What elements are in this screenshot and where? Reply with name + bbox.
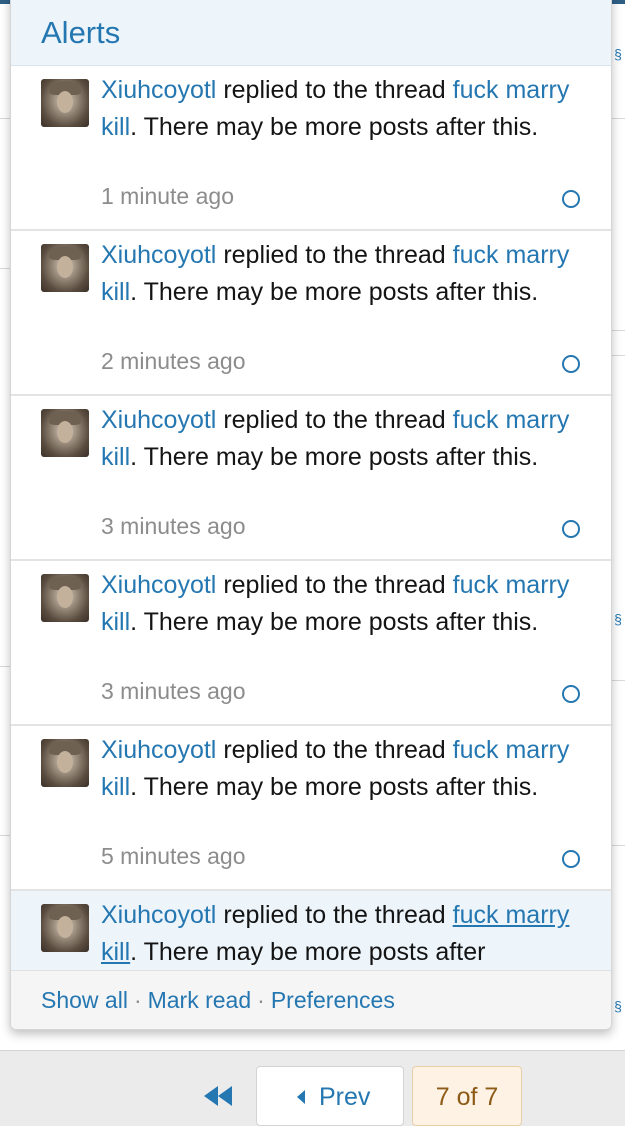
alert-time: 5 minutes ago: [101, 843, 246, 869]
alert-text: Xiuhcoyotl replied to the thread fuck ma…: [101, 76, 570, 141]
avatar[interactable]: [41, 79, 89, 127]
alert-text: Xiuhcoyotl replied to the thread fuck ma…: [101, 736, 570, 801]
left-triangle-icon: [297, 1090, 305, 1105]
alert-item[interactable]: Xiuhcoyotl replied to the thread fuck ma…: [11, 66, 611, 231]
alert-item-unread[interactable]: Xiuhcoyotl replied to the thread fuck ma…: [11, 891, 611, 971]
avatar[interactable]: [41, 244, 89, 292]
username-link[interactable]: Xiuhcoyotl: [101, 241, 216, 269]
circle-outline-icon[interactable]: [562, 850, 580, 868]
alert-item[interactable]: Xiuhcoyotl replied to the thread fuck ma…: [11, 726, 611, 891]
username-link[interactable]: Xiuhcoyotl: [101, 901, 216, 929]
alert-text: Xiuhcoyotl replied to the thread fuck ma…: [101, 901, 570, 966]
squiggle-icon: §: [614, 611, 622, 627]
prev-label: Prev: [319, 1083, 371, 1111]
first-page-button[interactable]: [200, 1082, 236, 1110]
alert-text: Xiuhcoyotl replied to the thread fuck ma…: [101, 406, 570, 471]
prev-page-button[interactable]: Prev: [256, 1066, 404, 1126]
show-all-link[interactable]: Show all: [41, 987, 128, 1013]
circle-outline-icon[interactable]: [562, 355, 580, 373]
username-link[interactable]: Xiuhcoyotl: [101, 571, 216, 599]
username-link[interactable]: Xiuhcoyotl: [101, 76, 216, 104]
alert-list: Xiuhcoyotl replied to the thread fuck ma…: [11, 66, 611, 971]
alert-text: Xiuhcoyotl replied to the thread fuck ma…: [101, 571, 570, 636]
alerts-title: Alerts: [41, 15, 121, 50]
double-left-arrow-icon: [204, 1086, 232, 1106]
mark-read-link[interactable]: Mark read: [148, 987, 252, 1013]
alert-time: 3 minutes ago: [101, 678, 246, 704]
separator: ·: [133, 987, 142, 1013]
separator: ·: [257, 987, 265, 1013]
page-indicator[interactable]: 7 of 7: [412, 1066, 522, 1126]
squiggle-icon: §: [614, 998, 622, 1014]
username-link[interactable]: Xiuhcoyotl: [101, 406, 216, 434]
circle-outline-icon[interactable]: [562, 190, 580, 208]
alert-time: 1 minute ago: [101, 183, 234, 209]
alert-text: Xiuhcoyotl replied to the thread fuck ma…: [101, 241, 570, 306]
alert-item[interactable]: Xiuhcoyotl replied to the thread fuck ma…: [11, 396, 611, 561]
alerts-popup: Alerts Xiuhcoyotl replied to the thread …: [10, 0, 612, 1030]
circle-outline-icon[interactable]: [562, 685, 580, 703]
alerts-footer: Show all · Mark read · Preferences: [11, 970, 611, 1029]
circle-outline-icon[interactable]: [562, 520, 580, 538]
alert-time: 3 minutes ago: [101, 513, 246, 539]
alert-item[interactable]: Xiuhcoyotl replied to the thread fuck ma…: [11, 231, 611, 396]
avatar[interactable]: [41, 574, 89, 622]
username-link[interactable]: Xiuhcoyotl: [101, 736, 216, 764]
avatar[interactable]: [41, 739, 89, 787]
avatar[interactable]: [41, 409, 89, 457]
avatar[interactable]: [41, 904, 89, 952]
preferences-link[interactable]: Preferences: [271, 987, 395, 1013]
alerts-header: Alerts: [11, 0, 611, 66]
page-label: 7 of 7: [435, 1083, 499, 1111]
squiggle-icon: §: [614, 46, 622, 62]
alert-time: 2 minutes ago: [101, 348, 246, 374]
alert-item[interactable]: Xiuhcoyotl replied to the thread fuck ma…: [11, 561, 611, 726]
